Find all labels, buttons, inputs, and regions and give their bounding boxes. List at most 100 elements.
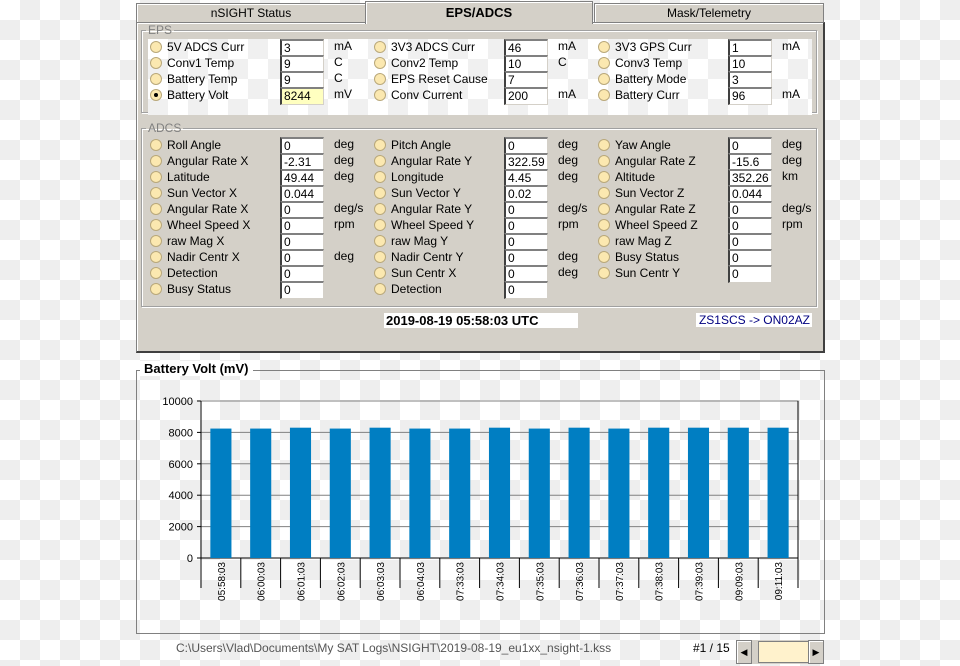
adcs-field-row: Longitude 4.45 deg [374,169,578,187]
field-unit: deg [558,137,579,151]
field-label: Sun Vector Z [615,186,685,200]
radio-button[interactable] [598,171,610,183]
eps-field-row: Battery Temp 9 C [150,71,350,89]
field-label: Battery Curr [615,88,680,102]
x-tick-label: 07:38:03 [655,562,666,601]
radio-button[interactable] [150,171,162,183]
radio-button[interactable] [374,57,386,69]
radio-button[interactable] [150,251,162,263]
radio-button[interactable] [374,235,386,247]
radio-button[interactable] [598,139,610,151]
file-path: C:\Users\Vlad\Documents\My SAT Logs\NSIG… [176,641,612,655]
field-label: Altitude [615,170,656,184]
bar [608,428,630,558]
eps-adcs-panel: EPS 5V ADCS Curr 3 mA Conv1 Temp 9 C Battery T… [136,22,825,353]
bar [250,428,272,558]
x-tick-label: 06:02:03 [336,562,347,601]
radio-button[interactable] [374,139,386,151]
radio-button[interactable] [374,283,386,295]
field-unit: deg [558,153,579,167]
x-tick-label: 07:36:03 [575,562,586,601]
x-tick-label: 05:58:03 [217,562,228,601]
radio-button[interactable] [374,219,386,231]
y-tick-label: 10000 [162,396,193,408]
radio-button[interactable] [374,267,386,279]
arrow-right-icon: ▶ [812,647,820,657]
field-unit: mA [558,87,576,101]
field-unit: deg [558,265,579,279]
field-label: 5V ADCS Curr [167,40,245,54]
scroll-thumb[interactable] [758,641,810,663]
radio-button[interactable] [374,41,386,53]
adcs-field-row: raw Mag X0 [150,233,350,251]
field-label: 3V3 GPS Curr [615,40,692,54]
radio-button[interactable] [150,267,162,279]
radio-button[interactable] [598,41,610,53]
adcs-field-row: Roll Angle 0 deg [150,137,354,155]
radio-button[interactable] [150,89,162,101]
radio-button[interactable] [598,203,610,215]
field-label: Battery Temp [167,72,238,86]
eps-field-row: Conv2 Temp 10 C [374,55,574,73]
radio-button[interactable] [598,235,610,247]
radio-button[interactable] [374,89,386,101]
tab-mask-telemetry[interactable]: Mask/Telemetry [594,3,824,22]
radio-button[interactable] [598,73,610,85]
radio-button[interactable] [150,235,162,247]
field-label: Busy Status [615,250,680,264]
field-label: Wheel Speed X [167,218,251,232]
tab-eps-adcs[interactable]: EPS/ADCS [365,1,593,24]
field-value: 0 [280,281,324,299]
radio-button[interactable] [150,203,162,215]
radio-button[interactable] [150,155,162,167]
radio-button[interactable] [150,57,162,69]
radio-button[interactable] [150,139,162,151]
eps-field-row: 3V3 ADCS Curr 46 mA [374,39,576,57]
field-label: Angular Rate X [167,202,249,216]
field-label: Yaw Angle [615,138,671,152]
radio-button[interactable] [150,41,162,53]
radio-button[interactable] [150,73,162,85]
radio-button[interactable] [598,251,610,263]
radio-button[interactable] [374,73,386,85]
field-unit: deg [334,137,355,151]
field-value: 96 [728,87,772,105]
scroll-left-button[interactable]: ◀ [736,640,752,664]
adcs-field-row: Altitude 352.26 km [598,169,798,187]
radio-button[interactable] [598,155,610,167]
field-label: Sun Vector Y [391,186,461,200]
bar [369,427,391,558]
eps-group: EPS 5V ADCS Curr 3 mA Conv1 Temp 9 C Battery T… [141,23,817,115]
field-label: Conv1 Temp [167,56,235,70]
adcs-field-row: Nadir Centr Y 0 deg [374,249,578,267]
radio-button[interactable] [374,203,386,215]
radio-button[interactable] [598,267,610,279]
radio-button[interactable] [598,187,610,199]
radio-button[interactable] [598,57,610,69]
field-label: Nadir Centr Y [391,250,464,264]
adcs-field-row: Angular Rate Y 322.59 deg [374,153,578,171]
radio-button[interactable] [374,187,386,199]
bar [329,428,351,558]
radio-button[interactable] [598,89,610,101]
radio-button[interactable] [150,219,162,231]
field-unit: deg [334,169,355,183]
field-label: Conv Current [391,88,463,102]
radio-button[interactable] [150,187,162,199]
adcs-field-row: Angular Rate X -2.31 deg [150,153,354,171]
radio-button[interactable] [598,219,610,231]
scroll-right-button[interactable]: ▶ [808,640,824,664]
field-label: Nadir Centr X [167,250,240,264]
x-tick-label: 07:33:03 [456,562,467,601]
field-unit: rpm [334,217,355,231]
tab-nsight-status[interactable]: nSIGHT Status [136,3,366,22]
radio-button[interactable] [374,251,386,263]
x-tick-label: 07:34:03 [496,562,507,601]
radio-button[interactable] [150,283,162,295]
radio-button[interactable] [374,155,386,167]
timestamp: 2019-08-19 05:58:03 UTC [384,313,578,328]
record-scrollbar[interactable]: ◀ ▶ [736,640,824,664]
radio-button[interactable] [374,171,386,183]
x-tick-label: 07:37:03 [615,562,626,601]
bar [528,428,550,558]
